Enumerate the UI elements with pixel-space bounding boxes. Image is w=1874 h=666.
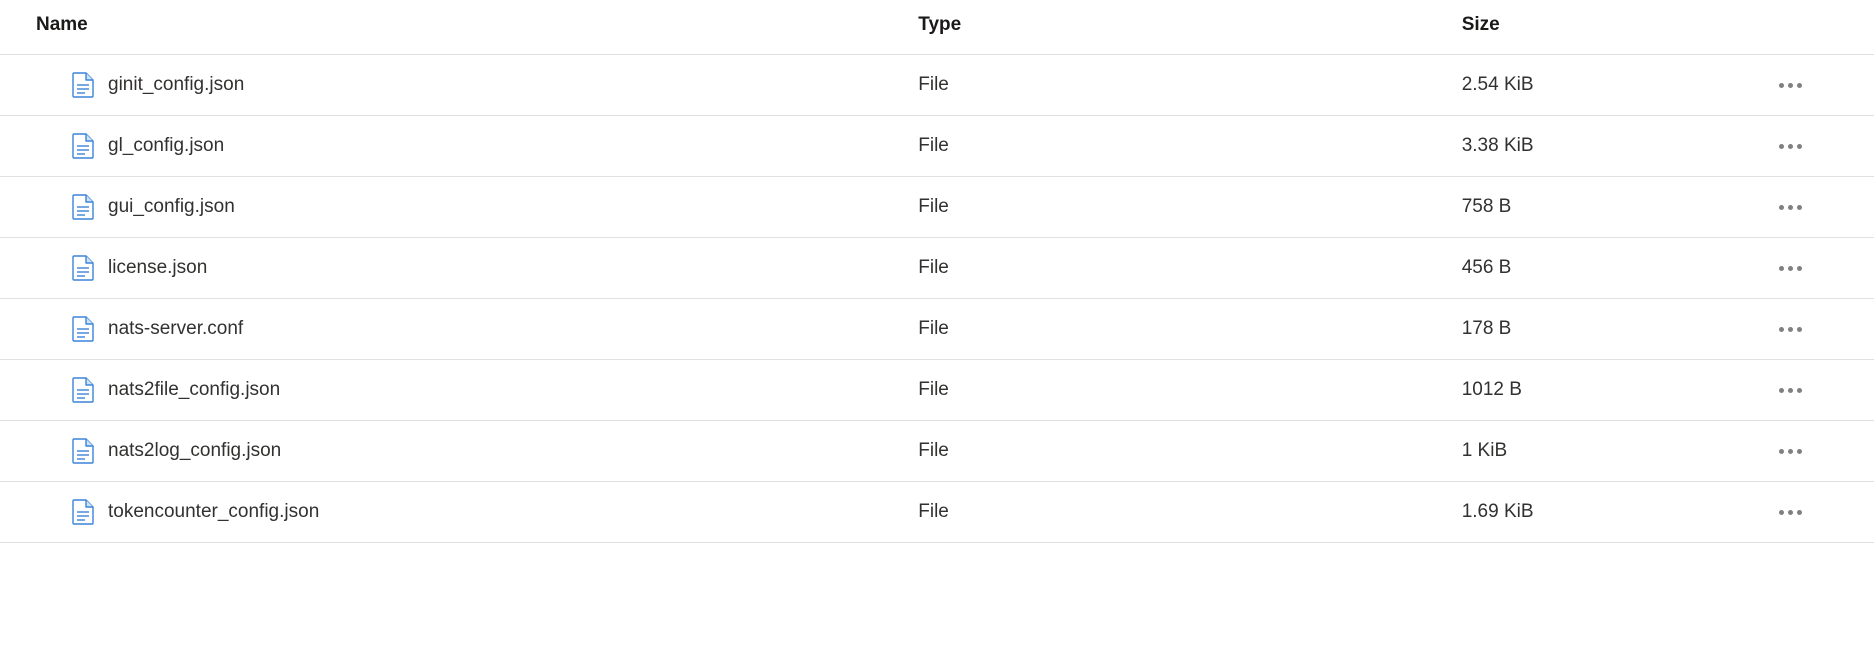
table-row[interactable]: gui_config.json File758 B	[0, 177, 1874, 238]
column-header-type[interactable]: Type	[918, 0, 1461, 55]
column-header-actions	[1743, 0, 1874, 55]
more-actions-icon[interactable]	[1779, 449, 1838, 454]
table-row[interactable]: nats-server.conf File178 B	[0, 299, 1874, 360]
file-name-cell[interactable]: gl_config.json	[36, 133, 918, 159]
file-listing-table: Name Type Size ginit_config.jsonFile2.54…	[0, 0, 1874, 543]
file-icon	[72, 133, 94, 159]
file-name-label[interactable]: tokencounter_config.json	[108, 501, 319, 523]
more-actions-icon[interactable]	[1779, 510, 1838, 515]
more-actions-icon[interactable]	[1779, 205, 1838, 210]
file-name-cell[interactable]: tokencounter_config.json	[36, 499, 918, 525]
file-size-cell: 2.54 KiB	[1462, 55, 1743, 116]
file-type-cell: File	[918, 421, 1461, 482]
file-name-label[interactable]: gl_config.json	[108, 135, 224, 157]
file-icon	[72, 255, 94, 281]
more-actions-icon[interactable]	[1779, 327, 1838, 332]
more-actions-icon[interactable]	[1779, 266, 1838, 271]
file-icon	[72, 377, 94, 403]
file-type-cell: File	[918, 177, 1461, 238]
table-header-row: Name Type Size	[0, 0, 1874, 55]
file-name-label[interactable]: nats-server.conf	[108, 318, 243, 340]
file-size-cell: 1.69 KiB	[1462, 482, 1743, 543]
file-icon	[72, 438, 94, 464]
file-name-cell[interactable]: nats2file_config.json	[36, 377, 918, 403]
file-size-cell: 1012 B	[1462, 360, 1743, 421]
file-type-cell: File	[918, 482, 1461, 543]
file-type-cell: File	[918, 360, 1461, 421]
file-icon	[72, 72, 94, 98]
table-row[interactable]: license.json File456 B	[0, 238, 1874, 299]
file-size-cell: 1 KiB	[1462, 421, 1743, 482]
file-type-cell: File	[918, 238, 1461, 299]
file-size-cell: 456 B	[1462, 238, 1743, 299]
file-name-cell[interactable]: nats-server.conf	[36, 316, 918, 342]
table-row[interactable]: gl_config.json File3.38 KiB	[0, 116, 1874, 177]
file-name-label[interactable]: license.json	[108, 257, 207, 279]
file-name-cell[interactable]: gui_config.json	[36, 194, 918, 220]
file-name-label[interactable]: nats2file_config.json	[108, 379, 280, 401]
table-row[interactable]: tokencounter_config.json File1.69 KiB	[0, 482, 1874, 543]
file-icon	[72, 316, 94, 342]
file-type-cell: File	[918, 299, 1461, 360]
file-type-cell: File	[918, 55, 1461, 116]
file-icon	[72, 499, 94, 525]
more-actions-icon[interactable]	[1779, 83, 1838, 88]
table-row[interactable]: nats2file_config.json File1012 B	[0, 360, 1874, 421]
column-header-size[interactable]: Size	[1462, 0, 1743, 55]
more-actions-icon[interactable]	[1779, 388, 1838, 393]
file-size-cell: 178 B	[1462, 299, 1743, 360]
file-size-cell: 3.38 KiB	[1462, 116, 1743, 177]
file-icon	[72, 194, 94, 220]
file-name-label[interactable]: gui_config.json	[108, 196, 235, 218]
more-actions-icon[interactable]	[1779, 144, 1838, 149]
file-name-cell[interactable]: nats2log_config.json	[36, 438, 918, 464]
file-name-cell[interactable]: license.json	[36, 255, 918, 281]
file-type-cell: File	[918, 116, 1461, 177]
file-name-label[interactable]: ginit_config.json	[108, 74, 244, 96]
file-name-label[interactable]: nats2log_config.json	[108, 440, 281, 462]
file-name-cell[interactable]: ginit_config.json	[36, 72, 918, 98]
column-header-name[interactable]: Name	[0, 0, 918, 55]
table-row[interactable]: nats2log_config.json File1 KiB	[0, 421, 1874, 482]
table-row[interactable]: ginit_config.json File2.54 KiB	[0, 55, 1874, 116]
file-size-cell: 758 B	[1462, 177, 1743, 238]
